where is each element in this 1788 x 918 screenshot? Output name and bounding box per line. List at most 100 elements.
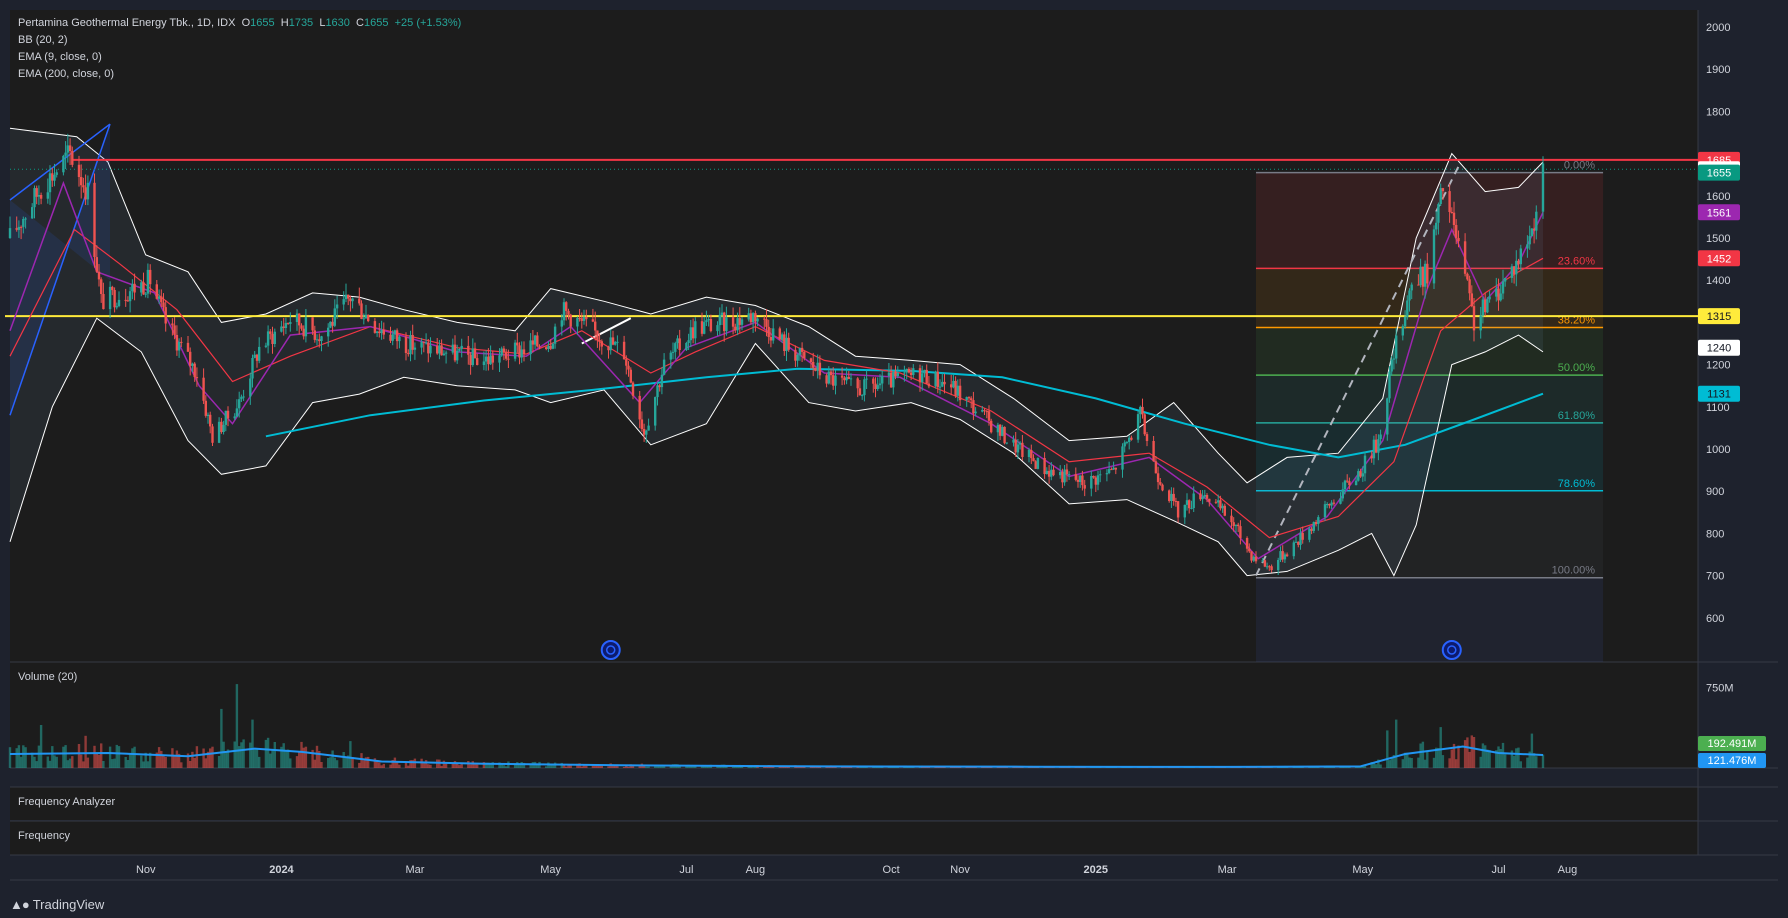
candle-body bbox=[453, 344, 457, 361]
volume-bar bbox=[502, 765, 506, 768]
candle-body bbox=[998, 424, 1002, 436]
volume-bar bbox=[647, 766, 650, 768]
candle-body bbox=[484, 356, 488, 362]
candle-body bbox=[1188, 500, 1191, 509]
volume-bar bbox=[84, 735, 87, 769]
candle-body bbox=[382, 329, 385, 335]
candle-body bbox=[157, 296, 161, 299]
volume-bar bbox=[1419, 743, 1422, 768]
candle-body bbox=[1192, 493, 1195, 508]
candle-body bbox=[436, 345, 439, 354]
candle-body bbox=[507, 358, 510, 360]
candle-body bbox=[538, 346, 541, 348]
candle-body bbox=[1123, 442, 1126, 447]
candle-body bbox=[1497, 288, 1500, 301]
indicator-ema200-label[interactable]: EMA (200, close, 0) bbox=[18, 68, 114, 80]
candle-body bbox=[235, 408, 239, 417]
tradingview-brand[interactable]: ▲● TradingView bbox=[10, 897, 104, 912]
candle-body bbox=[658, 385, 661, 388]
candle-body bbox=[224, 410, 227, 425]
candle-body bbox=[206, 414, 210, 416]
volume-bar bbox=[1457, 745, 1460, 768]
candle-body bbox=[51, 173, 54, 181]
candle-body bbox=[843, 377, 846, 381]
volume-bar bbox=[273, 742, 276, 768]
candle-body bbox=[84, 187, 87, 200]
candle-body bbox=[938, 386, 942, 388]
candle-body bbox=[500, 348, 503, 356]
candle-body bbox=[1061, 472, 1064, 483]
candle-body bbox=[551, 343, 555, 349]
candle-body bbox=[669, 352, 672, 360]
candle-body bbox=[1419, 266, 1422, 285]
volume-bar bbox=[1455, 759, 1458, 768]
candle-body bbox=[424, 342, 428, 344]
y-tick-label: 1200 bbox=[1706, 360, 1730, 372]
candle-body bbox=[952, 380, 955, 388]
candle-body bbox=[298, 313, 301, 326]
volume-bar bbox=[142, 761, 145, 768]
indicator-ema9-label[interactable]: EMA (9, close, 0) bbox=[18, 51, 102, 63]
candle-body bbox=[725, 317, 728, 332]
candle-body bbox=[734, 326, 737, 331]
candle-body bbox=[1526, 244, 1529, 249]
volume-bar bbox=[160, 750, 163, 768]
candle-body bbox=[1032, 458, 1035, 462]
candle-body bbox=[1221, 505, 1224, 509]
volume-bar bbox=[622, 766, 626, 768]
candle-body bbox=[1234, 524, 1238, 527]
symbol-title: Pertamina Geothermal Energy Tbk., 1D, ID… bbox=[18, 17, 236, 29]
candle-body bbox=[1067, 474, 1071, 476]
candle-body bbox=[300, 325, 303, 329]
candle-body bbox=[832, 375, 835, 386]
candle-body bbox=[1455, 225, 1458, 238]
volume-bar bbox=[1468, 751, 1471, 768]
candle-body bbox=[1183, 504, 1186, 518]
volume-bar bbox=[320, 762, 323, 768]
volume-bar bbox=[131, 748, 134, 768]
volume-bar bbox=[100, 743, 103, 768]
candle-body bbox=[295, 313, 299, 322]
candle-body bbox=[1501, 281, 1505, 294]
volume-bar bbox=[115, 744, 118, 768]
volume-bar bbox=[189, 761, 192, 768]
volume-bar bbox=[19, 756, 23, 768]
y-tick-label: 900 bbox=[1706, 486, 1724, 498]
volume-bar bbox=[298, 752, 301, 768]
candle-body bbox=[373, 321, 377, 333]
volume-bar bbox=[146, 761, 150, 768]
candle-body bbox=[1174, 501, 1178, 502]
volume-bar bbox=[266, 737, 270, 768]
open-label: O bbox=[241, 17, 251, 29]
candle-body bbox=[189, 351, 192, 366]
volume-bar bbox=[304, 746, 308, 768]
candle-body bbox=[876, 385, 879, 389]
candle-body bbox=[331, 321, 334, 326]
candle-body bbox=[596, 330, 599, 340]
candle-body bbox=[609, 337, 612, 351]
indicator-bb-label[interactable]: BB (20, 2) bbox=[18, 34, 68, 46]
frequency-pane-label[interactable]: Frequency bbox=[18, 830, 70, 842]
candle-body bbox=[253, 354, 256, 358]
candle-body bbox=[909, 372, 913, 375]
candle-body bbox=[798, 347, 802, 355]
candle-body bbox=[333, 308, 336, 326]
candle-body bbox=[1154, 461, 1158, 474]
frequency-analyzer-pane-label[interactable]: Frequency Analyzer bbox=[18, 796, 115, 808]
candle-body bbox=[522, 349, 526, 355]
chart-canvas[interactable]: 0.00%23.60%38.20%50.00%61.80%78.60%100.0… bbox=[0, 0, 1788, 918]
candle-body bbox=[1172, 493, 1175, 501]
candle-body bbox=[1468, 279, 1471, 294]
candle-body bbox=[1441, 188, 1445, 192]
candle-body bbox=[562, 302, 566, 321]
candle-body bbox=[444, 352, 448, 354]
candle-body bbox=[987, 411, 991, 421]
candle-body bbox=[149, 269, 152, 285]
candle-body bbox=[456, 350, 459, 361]
volume-bar bbox=[53, 755, 56, 768]
candle-body bbox=[1481, 299, 1485, 316]
volume-pane-label[interactable]: Volume (20) bbox=[18, 671, 77, 683]
volume-bar bbox=[1470, 735, 1473, 768]
candle-body bbox=[1030, 450, 1033, 459]
candle-body bbox=[887, 372, 891, 376]
